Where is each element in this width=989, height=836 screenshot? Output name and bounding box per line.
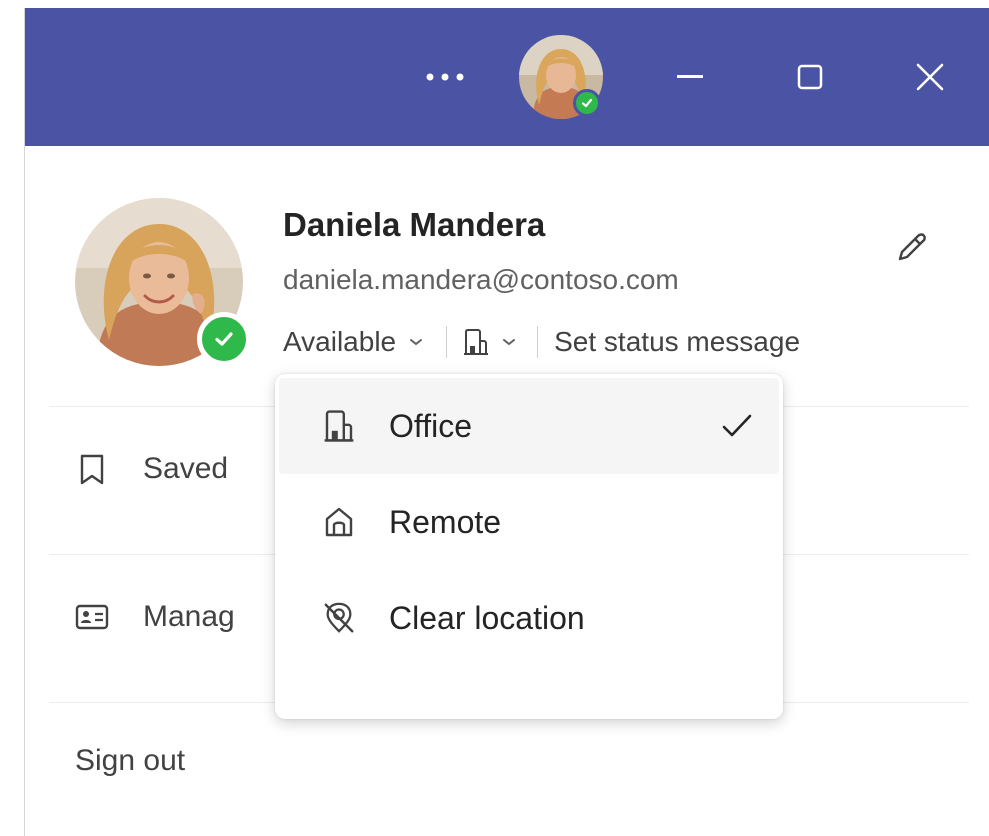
divider (446, 326, 448, 358)
minimize-icon (677, 75, 703, 78)
maximize-icon (797, 64, 823, 90)
divider (537, 326, 539, 358)
menu-item-label: Manag (143, 600, 235, 633)
location-option-remote[interactable]: Remote (279, 474, 779, 570)
maximize-button[interactable] (775, 8, 845, 146)
pencil-icon (898, 233, 926, 261)
title-bar (25, 8, 989, 146)
sign-out-button[interactable]: Sign out (75, 744, 185, 778)
checkmark-icon (215, 332, 233, 346)
profile-avatar[interactable] (75, 198, 251, 366)
location-option-label: Office (389, 407, 472, 444)
close-icon (916, 63, 944, 91)
availability-dropdown[interactable]: Available (283, 326, 424, 358)
location-option-clear[interactable]: Clear location (279, 570, 779, 666)
edit-profile-button[interactable] (889, 226, 933, 270)
more-icon (426, 73, 464, 81)
avatar (519, 35, 603, 119)
presence-available-badge (197, 312, 251, 366)
desktop-background (0, 0, 24, 836)
more-options-button[interactable] (415, 8, 475, 146)
minimize-button[interactable] (655, 8, 725, 146)
menu-item-label: Saved (143, 452, 229, 485)
location-option-office[interactable]: Office (279, 378, 779, 474)
presence-available-badge (573, 89, 601, 117)
home-icon (319, 502, 359, 542)
teams-window: Daniela Mandera daniela.mandera@contoso.… (24, 8, 989, 836)
building-icon (319, 406, 359, 446)
status-row: Available Set status message (283, 320, 800, 364)
profile-name: Daniela Mandera (283, 206, 546, 243)
menu-item-label: Sign out (75, 744, 186, 777)
checkmark-icon (722, 414, 752, 437)
profile-card: Daniela Mandera daniela.mandera@contoso.… (25, 146, 989, 836)
building-icon (464, 329, 489, 355)
menu-item-manage[interactable]: Manag (75, 600, 235, 634)
bookmark-icon (80, 454, 104, 485)
location-off-icon (319, 598, 359, 638)
profile-email: daniela.mandera@contoso.com (283, 264, 679, 295)
location-option-label: Remote (389, 503, 502, 540)
set-status-message-link[interactable]: Set status message (554, 326, 800, 358)
account-avatar-button[interactable] (513, 8, 609, 146)
close-button[interactable] (895, 8, 965, 146)
availability-label: Available (283, 326, 397, 357)
menu-item-saved[interactable]: Saved (75, 452, 228, 486)
contact-card-icon (75, 604, 109, 630)
work-location-menu: Office Remote Clear location (275, 374, 783, 719)
checkmark-icon (581, 98, 593, 108)
chevron-down-icon (410, 339, 423, 346)
chevron-down-icon (503, 339, 516, 346)
work-location-dropdown[interactable] (463, 327, 517, 357)
location-option-label: Clear location (389, 599, 585, 636)
